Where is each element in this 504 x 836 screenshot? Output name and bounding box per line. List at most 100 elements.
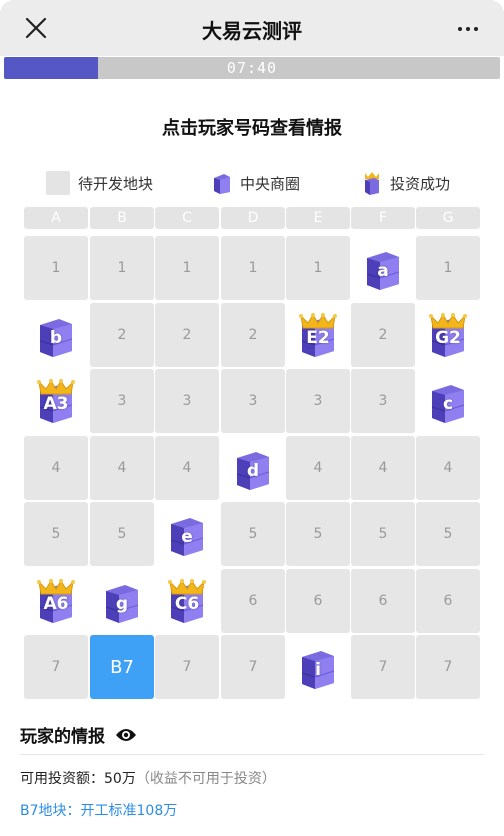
lot-cell[interactable]: 2 [90,302,154,367]
crowned-building-icon: G2 [429,312,467,357]
land-grid: 1 1 1 1 1 a 1 b 2 2 2 E2 2 G2 A3 3 3 3 3 3 c 4 4 4 d 4 4 4 5 5 e 5 5 5 5 A6… [0,236,504,706]
lot-cell[interactable]: 7 [155,635,219,699]
lot-cell[interactable]: 4 [351,435,415,500]
lot-cell[interactable]: 1 [24,236,88,300]
lot-cell[interactable]: 2 [351,302,415,367]
top-bar: 大易云测评 [0,0,504,56]
player-tag: b [49,327,63,348]
player-lot-cell[interactable]: i [286,635,350,699]
lot-number: 3 [378,393,388,409]
lot-number: 1 [182,260,192,276]
lot-cell[interactable]: 4 [155,435,219,500]
lot-cell[interactable]: 2 [221,302,285,367]
legend-item-empty: 待开发地块 [46,168,153,198]
lot-number: 2 [182,326,192,343]
crowned-building-icon [365,172,379,195]
lot-cell[interactable]: 7 [221,635,285,699]
lot-cell[interactable]: 1 [416,236,480,300]
lot-cell[interactable]: 3 [155,369,219,433]
player-tag: g [115,593,129,614]
lot-number: 5 [248,526,258,542]
lot-number: 5 [117,526,127,542]
more-options-button[interactable] [450,18,486,40]
lot-number: 3 [117,393,127,409]
lot-cell[interactable]: 6 [351,568,415,633]
legend-label: 中央商圈 [240,174,301,193]
lot-number: 7 [51,659,61,675]
lot-cell[interactable]: 5 [221,502,285,566]
player-lot-cell[interactable]: c [416,369,480,433]
player-lot-cell[interactable]: d [221,435,285,500]
lot-cell[interactable]: 5 [24,502,88,566]
lot-cell[interactable]: 5 [416,502,480,566]
lot-cell[interactable]: 5 [90,502,154,566]
lot-cell[interactable]: 3 [90,369,154,433]
building-icon: c [429,379,467,423]
lot-cell[interactable]: 4 [416,435,480,500]
lot-cell[interactable]: 1 [155,236,219,300]
lot-number: 3 [248,393,258,409]
lot-number: 6 [248,592,258,609]
lot-cell[interactable]: 4 [90,435,154,500]
lot-cell[interactable]: 3 [221,369,285,433]
lot-number: 5 [51,526,61,542]
lot-cell[interactable]: 7 [351,635,415,699]
player-lot-cell[interactable]: g [90,568,154,633]
lot-cell[interactable]: 5 [351,502,415,566]
column-headers: ABCDEFG [0,207,504,233]
player-tag: A3 [43,394,69,414]
page-title: 大易云测评 [202,19,302,43]
lot-cell[interactable]: 1 [221,236,285,300]
lot-number: 3 [182,393,192,409]
lot-number: 4 [378,459,388,476]
lot-cell[interactable]: 6 [416,568,480,633]
lot-cell[interactable]: 7 [416,635,480,699]
building-icon: g [103,579,141,623]
lot-number: 7 [248,659,258,675]
lot-number: 1 [117,260,127,276]
lot-cell[interactable]: 3 [286,369,350,433]
player-lot-cell[interactable]: e [155,502,219,566]
lot-cell[interactable]: 6 [221,568,285,633]
lot-number: 4 [117,459,127,476]
dot-icon [474,27,478,31]
player-tag: C6 [174,593,200,614]
column-header-c: C [155,207,219,229]
lot-cell[interactable]: 2 [155,302,219,367]
player-lot-cell[interactable]: a [351,236,415,300]
legend-item-business: 中央商圈 [212,168,300,198]
lot-cell[interactable]: 7 [24,635,88,699]
invested-lot-cell[interactable]: C6 [155,568,219,633]
player-lot-cell[interactable]: b [24,302,88,367]
player-tag: e [181,527,193,547]
empty-lot-swatch [46,171,70,195]
lot-number: 1 [313,260,323,276]
invested-lot-cell[interactable]: A6 [24,568,88,633]
lot-number: 2 [117,326,127,343]
lot-cell[interactable]: 4 [286,435,350,500]
invested-lot-cell[interactable]: A3 [24,369,88,433]
invested-lot-cell[interactable]: E2 [286,302,350,367]
column-header-f: F [351,207,415,229]
investment-amount: 可用投资额：50万 [20,771,136,787]
column-header-g: G [416,207,480,229]
lot-cell[interactable]: 5 [286,502,350,566]
column-header-d: D [221,207,285,229]
lot-cell[interactable]: 1 [286,236,350,300]
selected-lot-cell[interactable]: B7 [90,635,154,699]
lot-number: 4 [443,459,453,476]
lot-number: 1 [443,260,453,276]
lot-cell[interactable]: 4 [24,435,88,500]
legend-item-invested: 投资成功 [362,168,450,198]
invested-lot-cell[interactable]: G2 [416,302,480,367]
lot-number: 3 [313,393,323,409]
player-info-heading: 玩家的情报 [20,722,137,747]
lot-number: 1 [51,260,61,276]
lot-cell[interactable]: 3 [351,369,415,433]
divider [20,754,484,755]
lot-number: 2 [248,326,258,343]
eye-icon[interactable] [115,727,137,743]
dot-icon [466,27,470,31]
lot-cell[interactable]: 6 [286,568,350,633]
lot-cell[interactable]: 1 [90,236,154,300]
